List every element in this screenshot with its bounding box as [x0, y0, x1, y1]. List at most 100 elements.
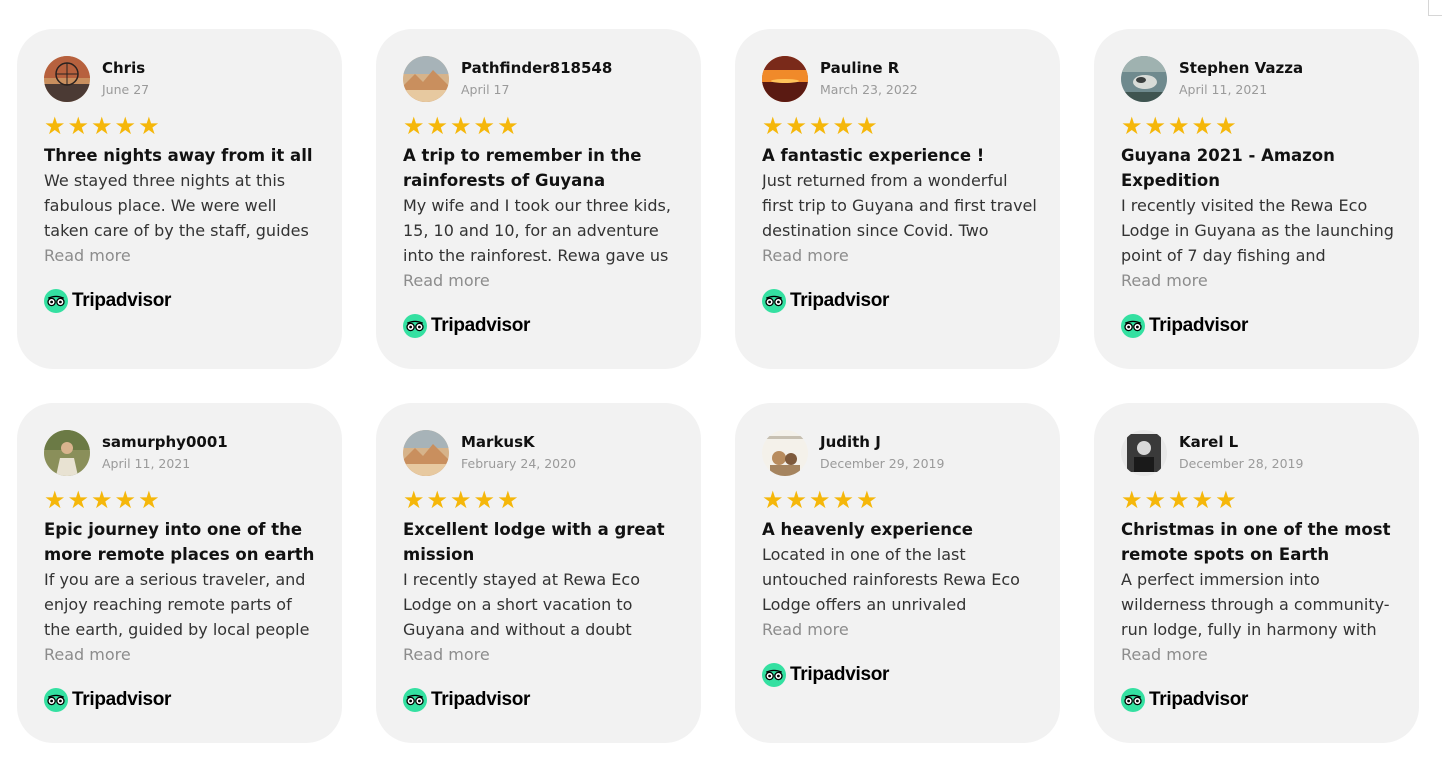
review-text: We stayed three nights at this fabulous …: [44, 171, 309, 240]
star-icon: ★: [1168, 486, 1190, 514]
review-header: Pauline R March 23, 2022: [762, 56, 1038, 102]
star-icon: ★: [497, 112, 519, 140]
brand-name: Tripadvisor: [790, 664, 890, 685]
tripadvisor-owl-icon: [762, 663, 786, 687]
read-more-link[interactable]: Read more: [1121, 642, 1397, 667]
review-text: My wife and I took our three kids, 15, 1…: [403, 196, 671, 265]
review-header: Judith J December 29, 2019: [762, 430, 1038, 476]
avatar: [1121, 56, 1167, 102]
review-title: A trip to remember in the rainforests of…: [403, 146, 642, 190]
star-icon: ★: [473, 112, 496, 140]
tripadvisor-owl-icon: [1121, 688, 1145, 712]
brand-name: Tripadvisor: [1149, 315, 1249, 336]
avatar: [1121, 430, 1167, 476]
review-header: MarkusK February 24, 2020: [403, 430, 679, 476]
author-block: Karel L December 28, 2019: [1179, 432, 1303, 474]
author-name: Stephen Vazza: [1179, 59, 1304, 77]
star-rating: ★ ★ ★ ★ ★: [1121, 114, 1397, 138]
star-rating: ★ ★ ★ ★ ★: [44, 488, 320, 512]
review-title: Three nights away from it all: [44, 146, 313, 165]
read-more-link[interactable]: Read more: [1121, 268, 1397, 293]
review-header: Karel L December 28, 2019: [1121, 430, 1397, 476]
author-block: Pauline R March 23, 2022: [820, 58, 918, 100]
star-rating: ★ ★ ★ ★ ★: [44, 114, 320, 138]
review-title: A fantastic experience !: [762, 146, 985, 165]
review-card: Karel L December 28, 2019 ★ ★ ★ ★ ★ Chri…: [1094, 403, 1419, 743]
star-icon: ★: [1144, 112, 1167, 140]
star-icon: ★: [426, 112, 449, 140]
review-text: Located in one of the last untouched rai…: [762, 545, 1020, 614]
review-header: samurphy0001 April 11, 2021: [44, 430, 320, 476]
review-title: Guyana 2021 - Amazon Expedition: [1121, 146, 1335, 190]
star-icon: ★: [44, 112, 66, 140]
star-icon: ★: [1191, 112, 1214, 140]
review-title: Epic journey into one of the more remote…: [44, 520, 315, 564]
star-icon: ★: [1121, 112, 1143, 140]
read-more-link[interactable]: Read more: [403, 642, 679, 667]
star-icon: ★: [138, 486, 160, 514]
star-icon: ★: [67, 486, 90, 514]
tripadvisor-owl-icon: [403, 688, 427, 712]
brand-name: Tripadvisor: [1149, 689, 1249, 710]
avatar: [403, 56, 449, 102]
review-card: MarkusK February 24, 2020 ★ ★ ★ ★ ★ Exce…: [376, 403, 701, 743]
author-block: Chris June 27: [102, 58, 149, 100]
read-more-link[interactable]: Read more: [44, 243, 320, 268]
star-icon: ★: [91, 486, 113, 514]
tripadvisor-logo[interactable]: Tripadvisor: [762, 288, 1038, 314]
tripadvisor-logo[interactable]: Tripadvisor: [762, 662, 1038, 688]
author-block: MarkusK February 24, 2020: [461, 432, 576, 474]
star-icon: ★: [403, 486, 425, 514]
review-header: Pathfinder818548 April 17: [403, 56, 679, 102]
author-name: samurphy0001: [102, 433, 228, 451]
star-icon: ★: [1121, 486, 1143, 514]
tripadvisor-owl-icon: [403, 314, 427, 338]
review-text: If you are a serious traveler, and enjoy…: [44, 570, 310, 639]
avatar: [403, 430, 449, 476]
author-block: Pathfinder818548 April 17: [461, 58, 612, 100]
tripadvisor-logo[interactable]: Tripadvisor: [1121, 687, 1397, 713]
star-icon: ★: [832, 112, 855, 140]
review-card: samurphy0001 April 11, 2021 ★ ★ ★ ★ ★ Ep…: [17, 403, 342, 743]
star-rating: ★ ★ ★ ★ ★: [1121, 488, 1397, 512]
review-title: Excellent lodge with a great mission: [403, 520, 665, 564]
star-icon: ★: [138, 112, 160, 140]
brand-name: Tripadvisor: [431, 315, 531, 336]
review-date: June 27: [102, 82, 150, 97]
author-name: Pauline R: [820, 59, 900, 77]
review-date: March 23, 2022: [820, 82, 918, 97]
author-name: Pathfinder818548: [461, 59, 613, 77]
tripadvisor-logo[interactable]: Tripadvisor: [44, 687, 320, 713]
star-icon: ★: [832, 486, 855, 514]
star-icon: ★: [809, 486, 831, 514]
star-icon: ★: [473, 486, 496, 514]
brand-name: Tripadvisor: [431, 689, 531, 710]
star-icon: ★: [785, 486, 808, 514]
review-date: April 17: [461, 82, 510, 97]
read-more-link[interactable]: Read more: [44, 642, 320, 667]
review-card: Chris June 27 ★ ★ ★ ★ ★ Three nights awa…: [17, 29, 342, 369]
tripadvisor-logo[interactable]: Tripadvisor: [44, 288, 320, 314]
brand-name: Tripadvisor: [790, 290, 890, 311]
review-card: Judith J December 29, 2019 ★ ★ ★ ★ ★ A h…: [735, 403, 1060, 743]
read-more-link[interactable]: Read more: [403, 268, 679, 293]
author-name: Chris: [102, 59, 146, 77]
tripadvisor-logo[interactable]: Tripadvisor: [403, 313, 679, 339]
star-icon: ★: [450, 112, 472, 140]
star-icon: ★: [785, 112, 808, 140]
review-title: Christmas in one of the most remote spot…: [1121, 520, 1391, 564]
read-more-link[interactable]: Read more: [762, 617, 1038, 642]
review-header: Chris June 27: [44, 56, 320, 102]
star-icon: ★: [450, 486, 472, 514]
read-more-link[interactable]: Read more: [762, 243, 1038, 268]
author-block: Judith J December 29, 2019: [820, 432, 944, 474]
star-icon: ★: [762, 486, 784, 514]
star-icon: ★: [44, 486, 66, 514]
review-date: April 11, 2021: [102, 456, 191, 471]
star-icon: ★: [1215, 112, 1237, 140]
star-icon: ★: [856, 486, 878, 514]
star-rating: ★ ★ ★ ★ ★: [762, 488, 1038, 512]
star-icon: ★: [114, 112, 137, 140]
tripadvisor-logo[interactable]: Tripadvisor: [403, 687, 679, 713]
tripadvisor-logo[interactable]: Tripadvisor: [1121, 313, 1397, 339]
